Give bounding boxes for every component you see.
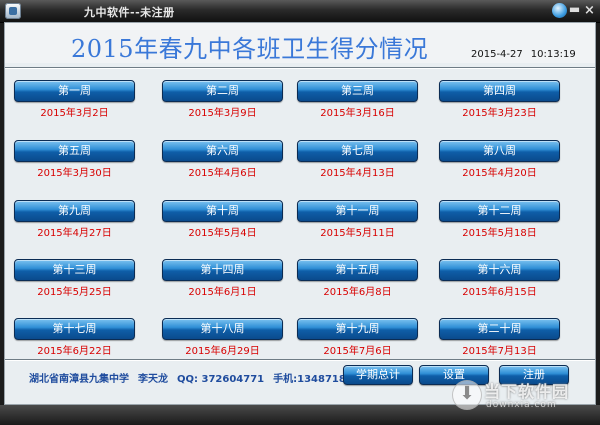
week-button[interactable]: 第三周 — [297, 80, 418, 102]
week-button[interactable]: 第五周 — [14, 140, 135, 162]
week-cell: 第三周 2015年3月16日 — [297, 80, 421, 120]
minimize-icon[interactable]: ▬ — [568, 3, 581, 18]
week-date: 2015年3月16日 — [320, 108, 395, 119]
week-button[interactable]: 第十六周 — [439, 259, 560, 281]
week-date: 2015年7月6日 — [323, 346, 392, 357]
week-cell: 第十二周 2015年5月18日 — [439, 200, 563, 240]
week-date: 2015年3月2日 — [40, 108, 109, 119]
week-button[interactable]: 第十四周 — [162, 259, 283, 281]
current-time: 10:13:19 — [530, 49, 576, 60]
week-button[interactable]: 第九周 — [14, 200, 135, 222]
footer-info: 湖北省南漳县九集中学 李天龙 QQ: 372604771 手机:13487180937 — [29, 370, 383, 385]
week-date: 2015年5月25日 — [37, 287, 112, 298]
week-date: 2015年5月4日 — [188, 228, 257, 239]
close-icon[interactable]: × — [583, 3, 596, 18]
window-title: 九中软件--未注册 — [84, 6, 175, 19]
skin-globe-icon[interactable] — [552, 3, 567, 18]
week-date: 2015年6月15日 — [462, 287, 537, 298]
week-cell: 第一周 2015年3月2日 — [14, 80, 138, 120]
week-cell: 第二十周 2015年7月13日 — [439, 318, 563, 358]
week-cell: 第五周 2015年3月30日 — [14, 140, 138, 180]
week-button[interactable]: 第二十周 — [439, 318, 560, 340]
week-button[interactable]: 第八周 — [439, 140, 560, 162]
week-cell: 第十一周 2015年5月11日 — [297, 200, 421, 240]
header: 2015年春九中各班卫生得分情况 2015-4-27 10:13:19 — [5, 23, 595, 63]
week-button[interactable]: 第一周 — [14, 80, 135, 102]
qq-number: QQ: 372604771 — [177, 374, 265, 385]
week-cell: 第八周 2015年4月20日 — [439, 140, 563, 180]
week-button[interactable]: 第四周 — [439, 80, 560, 102]
week-cell: 第二周 2015年3月9日 — [162, 80, 286, 120]
week-date: 2015年6月1日 — [188, 287, 257, 298]
title-bar: 九中软件--未注册 ▬ × — [0, 0, 600, 23]
week-cell: 第六周 2015年4月6日 — [162, 140, 286, 180]
author-name: 李天龙 — [138, 374, 168, 385]
week-cell: 第七周 2015年4月13日 — [297, 140, 421, 180]
week-cell: 第十九周 2015年7月6日 — [297, 318, 421, 358]
header-divider — [5, 67, 595, 69]
footer-divider — [5, 359, 595, 361]
week-cell: 第十三周 2015年5月25日 — [14, 259, 138, 299]
week-date: 2015年5月11日 — [320, 228, 395, 239]
page-title: 2015年春九中各班卫生得分情况 — [71, 35, 429, 63]
week-date: 2015年7月13日 — [462, 346, 537, 357]
week-date: 2015年3月30日 — [37, 168, 112, 179]
week-button[interactable]: 第六周 — [162, 140, 283, 162]
watermark-text: 当下软件园 — [484, 382, 570, 401]
week-date: 2015年4月13日 — [320, 168, 395, 179]
datetime-display: 2015-4-27 10:13:19 — [471, 49, 584, 60]
week-button[interactable]: 第十九周 — [297, 318, 418, 340]
main-panel: 2015年春九中各班卫生得分情况 2015-4-27 10:13:19 第一周 20… — [4, 22, 596, 405]
week-button[interactable]: 第十七周 — [14, 318, 135, 340]
week-cell: 第四周 2015年3月23日 — [439, 80, 563, 120]
week-cell: 第十周 2015年5月4日 — [162, 200, 286, 240]
week-button[interactable]: 第十一周 — [297, 200, 418, 222]
week-date: 2015年6月22日 — [37, 346, 112, 357]
watermark-subtext: downxia.com — [486, 400, 557, 410]
week-button[interactable]: 第十五周 — [297, 259, 418, 281]
week-date: 2015年6月8日 — [323, 287, 392, 298]
week-cell: 第十六周 2015年6月15日 — [439, 259, 563, 299]
week-cell: 第十八周 2015年6月29日 — [162, 318, 286, 358]
week-date: 2015年6月29日 — [185, 346, 260, 357]
school-name: 湖北省南漳县九集中学 — [29, 374, 129, 385]
watermark: ⬇ 当下软件园 downxia.com — [452, 376, 588, 420]
week-button[interactable]: 第十周 — [162, 200, 283, 222]
week-cell: 第十四周 2015年6月1日 — [162, 259, 286, 299]
week-cell: 第十五周 2015年6月8日 — [297, 259, 421, 299]
download-arrow-icon: ⬇ — [452, 380, 482, 410]
week-date: 2015年4月27日 — [37, 228, 112, 239]
week-button[interactable]: 第七周 — [297, 140, 418, 162]
week-cell: 第九周 2015年4月27日 — [14, 200, 138, 240]
week-button[interactable]: 第二周 — [162, 80, 283, 102]
current-date: 2015-4-27 — [471, 49, 523, 60]
week-button[interactable]: 第十三周 — [14, 259, 135, 281]
week-date: 2015年4月20日 — [462, 168, 537, 179]
semester-summary-button[interactable]: 学期总计 — [343, 365, 413, 385]
week-cell: 第十七周 2015年6月22日 — [14, 318, 138, 358]
week-button[interactable]: 第十二周 — [439, 200, 560, 222]
week-date: 2015年5月18日 — [462, 228, 537, 239]
week-date: 2015年3月23日 — [462, 108, 537, 119]
week-button[interactable]: 第十八周 — [162, 318, 283, 340]
week-date: 2015年4月6日 — [188, 168, 257, 179]
week-date: 2015年3月9日 — [188, 108, 257, 119]
app-icon — [5, 3, 21, 19]
